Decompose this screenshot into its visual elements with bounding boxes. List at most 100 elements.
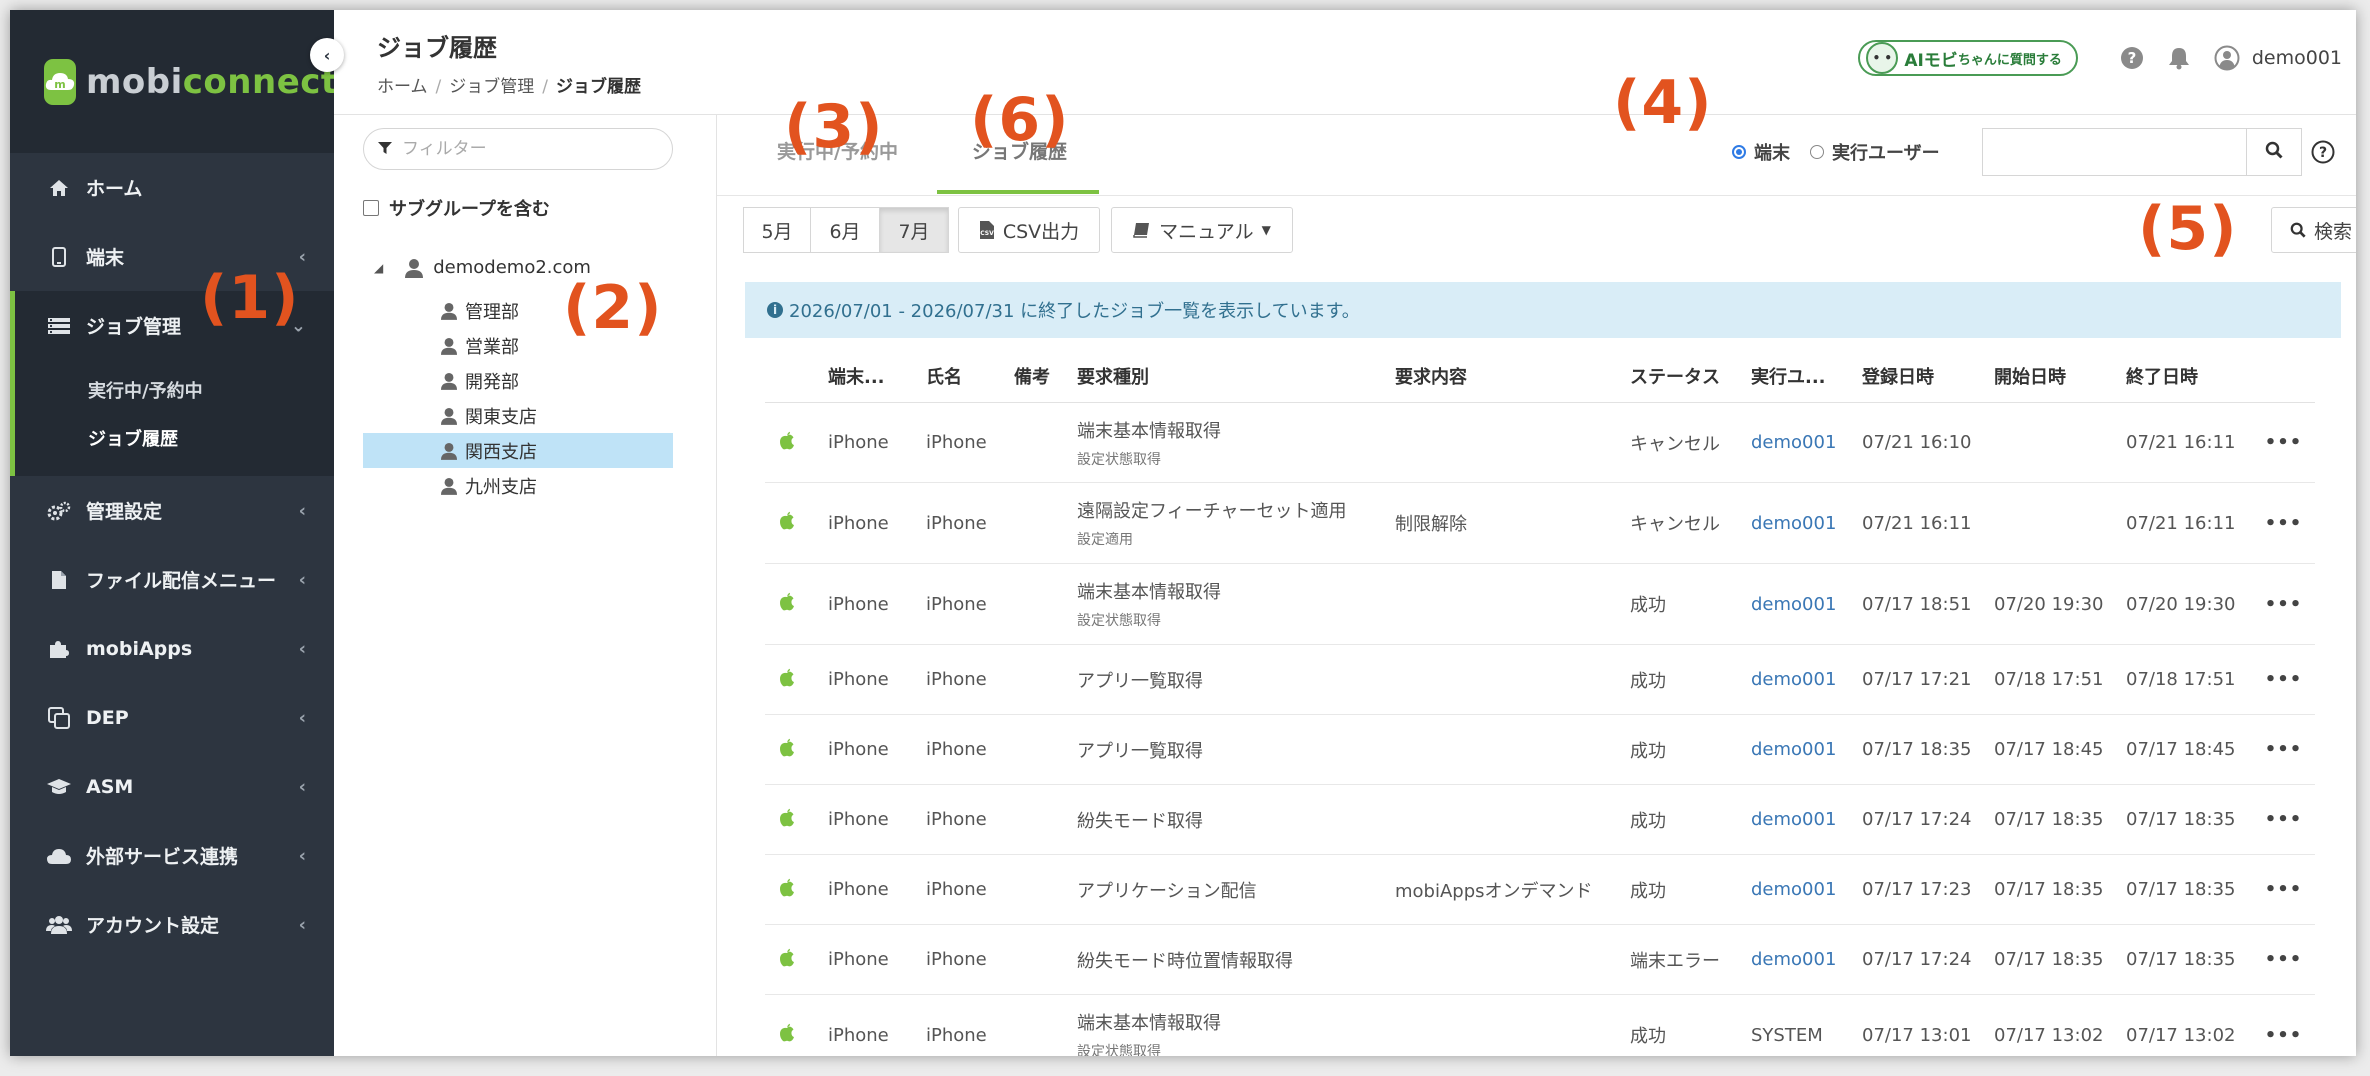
brand-name: mobiconnect — [86, 62, 338, 102]
executor-cell[interactable]: demo001 — [1751, 809, 1862, 830]
executor-cell[interactable]: demo001 — [1751, 949, 1862, 970]
row-actions: ••• — [2258, 1025, 2315, 1046]
sidebar-subitem-job-history[interactable]: ジョブ履歴 — [15, 414, 334, 462]
table-row[interactable]: iPhone iPhone アプリ一覧取得 成功 demo001 07/17 18:35 0… — [765, 715, 2315, 785]
filter-input[interactable] — [400, 138, 644, 160]
sidebar-item-mobiapps[interactable]: mobiApps ‹ — [10, 614, 334, 683]
month-button-may[interactable]: 5月 — [743, 207, 811, 253]
name-cell: iPhone — [926, 669, 987, 690]
ai-mascot-icon: • • — [1866, 42, 1899, 74]
executor-cell[interactable]: demo001 — [1751, 739, 1862, 760]
checkbox-box[interactable] — [363, 200, 379, 216]
sidebar-item-file-distribution[interactable]: ファイル配信メニュー ‹ — [10, 545, 334, 614]
col-header-name[interactable]: 氏名 — [926, 363, 1014, 389]
user-circle-icon[interactable] — [2214, 45, 2240, 71]
radio-device-label[interactable]: 端末 — [1754, 139, 1790, 165]
ellipsis-icon[interactable]: ••• — [2265, 594, 2303, 615]
search-input[interactable] — [1982, 128, 2246, 176]
executor-cell[interactable]: demo001 — [1751, 594, 1862, 615]
os-cell — [765, 668, 828, 692]
chevron-left-icon: ‹ — [298, 707, 306, 728]
ellipsis-icon[interactable]: ••• — [2265, 1025, 2303, 1046]
table-row[interactable]: iPhone iPhone アプリ一覧取得 成功 demo001 07/17 17:21 0… — [765, 645, 2315, 715]
tree-node[interactable]: 九州支店 — [363, 468, 673, 503]
search-execute-button[interactable]: 検索 — [2271, 207, 2356, 253]
table-row[interactable]: iPhone iPhone 端末基本情報取得 設定状態取得 成功 demo001 07/17… — [765, 564, 2315, 645]
graduation-cap-icon — [46, 774, 72, 800]
executor-cell[interactable]: demo001 — [1751, 879, 1862, 900]
annotation-label-6: (6) — [970, 85, 1070, 155]
user-icon — [441, 442, 457, 460]
request-type-cell: 端末基本情報取得 設定状態取得 — [1077, 578, 1395, 630]
radio-executor-user-label[interactable]: 実行ユーザー — [1832, 139, 1940, 165]
ellipsis-icon[interactable]: ••• — [2265, 949, 2303, 970]
table-row[interactable]: iPhone iPhone 遠隔設定フィーチャーセット適用 設定適用 制限解除 キャンセル… — [765, 483, 2315, 564]
col-header-executor[interactable]: 実行ユ... — [1751, 363, 1862, 389]
cloud-icon — [46, 843, 72, 869]
brand-logo[interactable]: m mobiconnect — [10, 10, 337, 153]
table-row[interactable]: iPhone iPhone 紛失モード時位置情報取得 端末エラー demo001 07/1… — [765, 925, 2315, 995]
sidebar-item-asm[interactable]: ASM ‹ — [10, 752, 334, 821]
filter-field[interactable] — [363, 128, 673, 170]
table-row[interactable]: iPhone iPhone 端末基本情報取得 設定状態取得 キャンセル demo001 07… — [765, 403, 2315, 483]
top-header: ジョブ履歴 ホーム / ジョブ管理 / ジョブ履歴 • • AIモビ ちゃん に質問する ?… — [334, 10, 2356, 115]
name-cell: iPhone — [926, 512, 987, 534]
tree-root-node[interactable]: ◢ demodemo2.com — [374, 257, 591, 278]
executor-cell[interactable]: demo001 — [1751, 432, 1862, 453]
ellipsis-icon[interactable]: ••• — [2265, 879, 2303, 900]
sidebar-subitem-running[interactable]: 実行中/予約中 — [15, 366, 334, 414]
col-header-device[interactable]: 端末... — [828, 363, 926, 389]
sidebar-item-home[interactable]: ホーム — [10, 153, 334, 222]
col-header-note[interactable]: 備考 — [1014, 363, 1077, 389]
col-header-started[interactable]: 開始日時 — [1994, 363, 2126, 389]
month-button-july[interactable]: 7月 — [879, 207, 949, 253]
col-header-request-content[interactable]: 要求内容 — [1395, 363, 1630, 389]
apple-icon — [779, 511, 795, 530]
sidebar-item-label: ファイル配信メニュー — [86, 570, 277, 592]
name-cell: iPhone — [926, 879, 987, 900]
bell-icon[interactable] — [2168, 46, 2190, 70]
table-row[interactable]: iPhone iPhone 紛失モード取得 成功 demo001 07/17 17:24 0… — [765, 785, 2315, 855]
executor-cell[interactable]: demo001 — [1751, 513, 1862, 534]
ellipsis-icon[interactable]: ••• — [2265, 809, 2303, 830]
request-type: アプリケーション配信 — [1077, 880, 1257, 902]
tree-node[interactable]: 開発部 — [363, 363, 673, 398]
ellipsis-icon[interactable]: ••• — [2265, 432, 2303, 453]
breadcrumb-job-management[interactable]: ジョブ管理 — [449, 77, 534, 97]
sidebar-collapse-button[interactable]: ‹ — [310, 38, 344, 72]
status-cell: キャンセル — [1630, 514, 1720, 535]
sidebar-item-external-services[interactable]: 外部サービス連携 ‹ — [10, 821, 334, 890]
help-circle-icon[interactable]: ? — [2120, 46, 2144, 70]
help-circle-icon[interactable]: ? — [2311, 140, 2335, 168]
tree-expanded-triangle-icon[interactable]: ◢ — [374, 261, 383, 275]
sidebar-item-admin-settings[interactable]: 管理設定 ‹ — [10, 476, 334, 545]
ellipsis-icon[interactable]: ••• — [2265, 739, 2303, 760]
include-subgroups-checkbox[interactable]: サブグループを含む — [363, 195, 550, 221]
col-header-request-type[interactable]: 要求種別 — [1077, 363, 1395, 389]
search-button[interactable] — [2246, 128, 2302, 176]
table-row[interactable]: iPhone iPhone アプリケーション配信 mobiAppsオンデマンド 成功 de… — [765, 855, 2315, 925]
sidebar-item-label: 管理設定 — [86, 501, 163, 523]
radio-executor-user[interactable] — [1810, 145, 1824, 159]
tree-node-label: 関西支店 — [465, 441, 537, 463]
sidebar-item-account-settings[interactable]: アカウント設定 ‹ — [10, 890, 334, 959]
csv-export-button[interactable]: CSV CSV出力 — [958, 207, 1100, 253]
tree-node[interactable]: 関西支店 — [363, 433, 673, 468]
col-header-registered[interactable]: 登録日時 — [1862, 363, 1994, 389]
ai-assistant-button[interactable]: • • AIモビ ちゃん に質問する — [1858, 40, 2078, 76]
chevron-left-icon: ‹ — [298, 246, 306, 267]
col-header-status[interactable]: ステータス — [1630, 363, 1751, 389]
executor-cell[interactable]: demo001 — [1751, 669, 1862, 690]
ellipsis-icon[interactable]: ••• — [2265, 513, 2303, 534]
tree-node[interactable]: 関東支店 — [363, 398, 673, 433]
breadcrumb-home[interactable]: ホーム — [377, 77, 428, 97]
user-name[interactable]: demo001 — [2252, 47, 2342, 69]
user-icon — [441, 302, 457, 320]
sidebar-item-dep[interactable]: DEP ‹ — [10, 683, 334, 752]
manual-dropdown-button[interactable]: マニュアル ▼ — [1111, 207, 1293, 253]
ellipsis-icon[interactable]: ••• — [2265, 669, 2303, 690]
month-button-june[interactable]: 6月 — [810, 207, 880, 253]
table-row[interactable]: iPhone iPhone 端末基本情報取得 設定状態取得 成功 SYSTEM 07/17 … — [765, 995, 2315, 1056]
radio-device[interactable] — [1732, 145, 1746, 159]
col-header-finished[interactable]: 終了日時 — [2126, 363, 2258, 389]
